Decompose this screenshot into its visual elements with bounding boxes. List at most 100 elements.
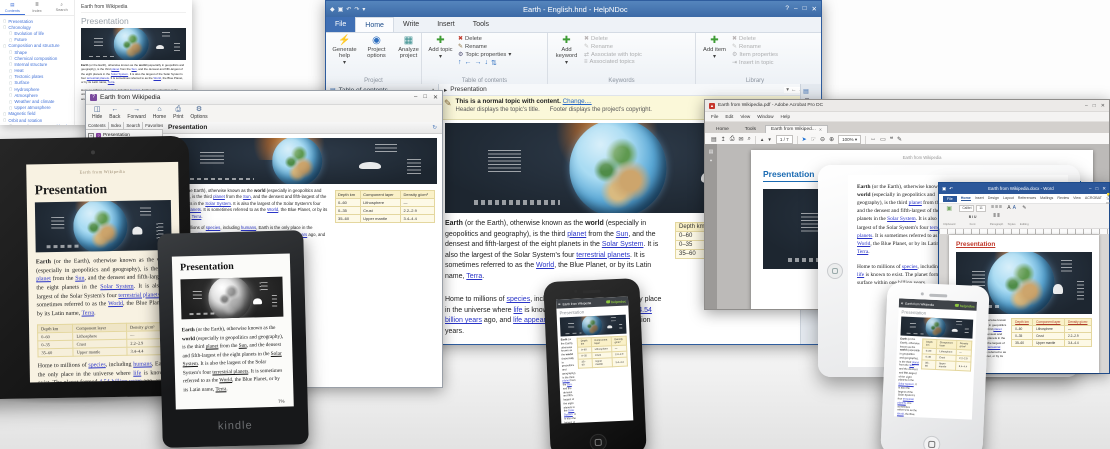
page-thumbs-icon[interactable]: ▤ — [709, 149, 714, 155]
ribbon-tab[interactable]: Home — [355, 17, 394, 32]
minimize-icon[interactable]: – — [794, 5, 798, 13]
ribbon-large-button[interactable]: ⚡ Generate help▾ — [329, 35, 360, 76]
link[interactable]: terrestrial planets — [212, 369, 248, 376]
acrobat-tab[interactable]: Tools — [738, 126, 763, 133]
select-icon[interactable]: ➤ — [802, 136, 807, 143]
zoom-level-field[interactable]: 100% ▾ — [838, 135, 861, 144]
undo-icon[interactable]: ↶ — [346, 6, 351, 13]
chm-toolbar-button[interactable]: ⌂ Home — [153, 106, 166, 120]
ribbon-tab[interactable]: Home — [961, 196, 971, 201]
link[interactable]: terrestrial planets — [118, 292, 160, 299]
ribbon-small-button[interactable]: ⇥ Insert in topic — [732, 59, 811, 66]
page-thumbs-icon[interactable]: ▤ — [711, 136, 717, 143]
font-size-box[interactable]: 11 — [976, 205, 985, 212]
chm-tab[interactable]: Index — [109, 122, 125, 129]
link[interactable]: World — [267, 207, 278, 212]
back-icon[interactable]: ← — [791, 87, 797, 93]
chm-toolbar-button[interactable]: → Forward — [127, 106, 145, 120]
arrow-down-icon[interactable]: ↓ — [485, 59, 489, 67]
bookmarks-icon[interactable]: ❝ — [710, 159, 713, 165]
link[interactable]: species — [902, 264, 918, 270]
fit-width-icon[interactable]: ↔ — [870, 136, 876, 143]
chm-toolbar-button[interactable]: ← Back — [109, 106, 120, 120]
link[interactable]: planet — [206, 344, 219, 350]
sync-icon[interactable]: ↻ — [432, 125, 437, 131]
email-icon[interactable]: ✉ — [739, 136, 744, 143]
link[interactable]: species — [506, 296, 530, 303]
link[interactable]: Solar System — [887, 216, 916, 222]
redo-icon[interactable]: ↷ — [354, 6, 359, 13]
hand-icon[interactable]: ☞ — [811, 136, 816, 143]
link[interactable]: planet — [567, 231, 586, 238]
link[interactable]: Solar System — [205, 201, 231, 206]
arrow-left-icon[interactable]: ← — [465, 59, 472, 67]
link[interactable]: Terra — [192, 214, 202, 219]
link[interactable]: World — [857, 241, 870, 247]
link[interactable]: Terra — [215, 386, 226, 392]
ribbon-tab[interactable]: Review — [1057, 196, 1069, 201]
minimize-icon[interactable]: – — [1089, 186, 1092, 192]
maximize-icon[interactable]: □ — [423, 94, 427, 101]
maximize-icon[interactable]: □ — [1096, 186, 1099, 192]
ribbon-small-button[interactable]: ✖ Delete — [732, 35, 768, 42]
link[interactable]: Terra — [466, 273, 482, 280]
link[interactable]: planet — [909, 200, 922, 206]
close-icon[interactable]: ✕ — [1102, 186, 1106, 192]
highlight-icon[interactable]: ✎ — [897, 136, 902, 143]
tab-file[interactable]: File — [326, 17, 355, 32]
close-icon[interactable]: ✕ — [433, 94, 438, 101]
link[interactable]: planet — [36, 277, 51, 283]
helpndoc-logo[interactable]: helpndoc — [955, 303, 975, 308]
link[interactable]: World — [219, 378, 232, 384]
arrow-right-icon[interactable]: → — [475, 59, 482, 67]
ribbon-tab[interactable]: Design — [988, 196, 999, 201]
ribbon-small-button[interactable]: ✎ Rename — [732, 43, 811, 50]
white-phone-screen[interactable]: ≡ Earth from Wikipedia helpndoc Presenta… — [894, 298, 977, 419]
ribbon-large-button[interactable]: ✚ Add item▾ — [699, 35, 730, 76]
link[interactable]: species — [206, 225, 221, 230]
webhelp-tab[interactable]: ≣ Index — [25, 0, 50, 15]
ribbon-tab[interactable]: Tools — [464, 17, 498, 32]
chm-toolbar-button[interactable]: ⎙ Print — [173, 106, 183, 120]
link[interactable]: Terra — [857, 249, 868, 255]
link[interactable]: Sun — [75, 276, 84, 282]
chm-toolbar-button[interactable]: ◫ Hide — [92, 106, 102, 120]
ribbon-tab[interactable]: Layout — [1003, 196, 1014, 201]
next-page-icon[interactable]: ▼ — [767, 137, 771, 142]
chm-tab[interactable]: Search — [124, 122, 143, 129]
arrow-up-icon[interactable]: ↑ — [458, 59, 462, 67]
note-change-link[interactable]: Change.... — [563, 98, 592, 105]
font-name-box[interactable]: Calibri — [959, 205, 974, 212]
ribbon-small-button[interactable]: ⇄ Associate with topic — [584, 51, 692, 58]
document-tab[interactable]: Earth from Wikiped... ✕ — [765, 125, 828, 133]
ribbon-small-button[interactable]: ✎ Rename — [458, 43, 544, 50]
list-buttons[interactable]: ≣ ≣ — [993, 214, 1000, 218]
page-number-field[interactable]: 1 / 7 — [776, 135, 793, 144]
ribbon-small-button[interactable]: ✎ Rename — [584, 43, 692, 50]
ribbon-tab[interactable]: Mailings — [1040, 196, 1053, 201]
link[interactable]: World — [153, 76, 161, 80]
ribbon-tab[interactable]: Write — [394, 17, 428, 32]
comment-icon[interactable]: ❝ — [890, 136, 893, 143]
zoom-out-icon[interactable]: ⊖ — [820, 136, 825, 143]
print-icon[interactable]: ⎙ — [730, 136, 735, 143]
search-icon[interactable]: ⌕ — [748, 136, 751, 143]
link[interactable]: 4.54 billion years — [99, 379, 142, 383]
ribbon-large-button[interactable]: ✚ Add topic▾ — [425, 35, 456, 76]
home-button[interactable] — [827, 263, 843, 279]
helpndoc-logo[interactable]: helpndoc — [606, 299, 626, 304]
ribbon-large-button[interactable]: ▦ Analyze project — [393, 35, 424, 76]
menu-item[interactable]: File — [711, 114, 718, 119]
webhelp-toc-link[interactable]: ▢ Natural resources and land use — [0, 123, 74, 125]
webhelp-tab[interactable]: ⌕ Search — [49, 0, 74, 15]
link[interactable]: planet — [993, 327, 1001, 331]
dropdown-icon[interactable]: ▾ — [362, 6, 365, 13]
link[interactable]: humans — [241, 225, 256, 230]
chm-toolbar-button[interactable]: ⚙ Options — [190, 106, 207, 120]
close-icon[interactable]: ✕ — [812, 5, 817, 13]
ribbon-small-button[interactable]: ⚙ Item properties — [732, 51, 811, 58]
black-phone-screen[interactable]: ≡ Earth from Wikipedia helpndoc Presenta… — [556, 296, 633, 423]
link[interactable]: terrestrial planets — [576, 252, 630, 259]
export-icon[interactable]: ↥ — [721, 136, 726, 143]
paste-icon[interactable]: ▣ — [946, 205, 952, 212]
